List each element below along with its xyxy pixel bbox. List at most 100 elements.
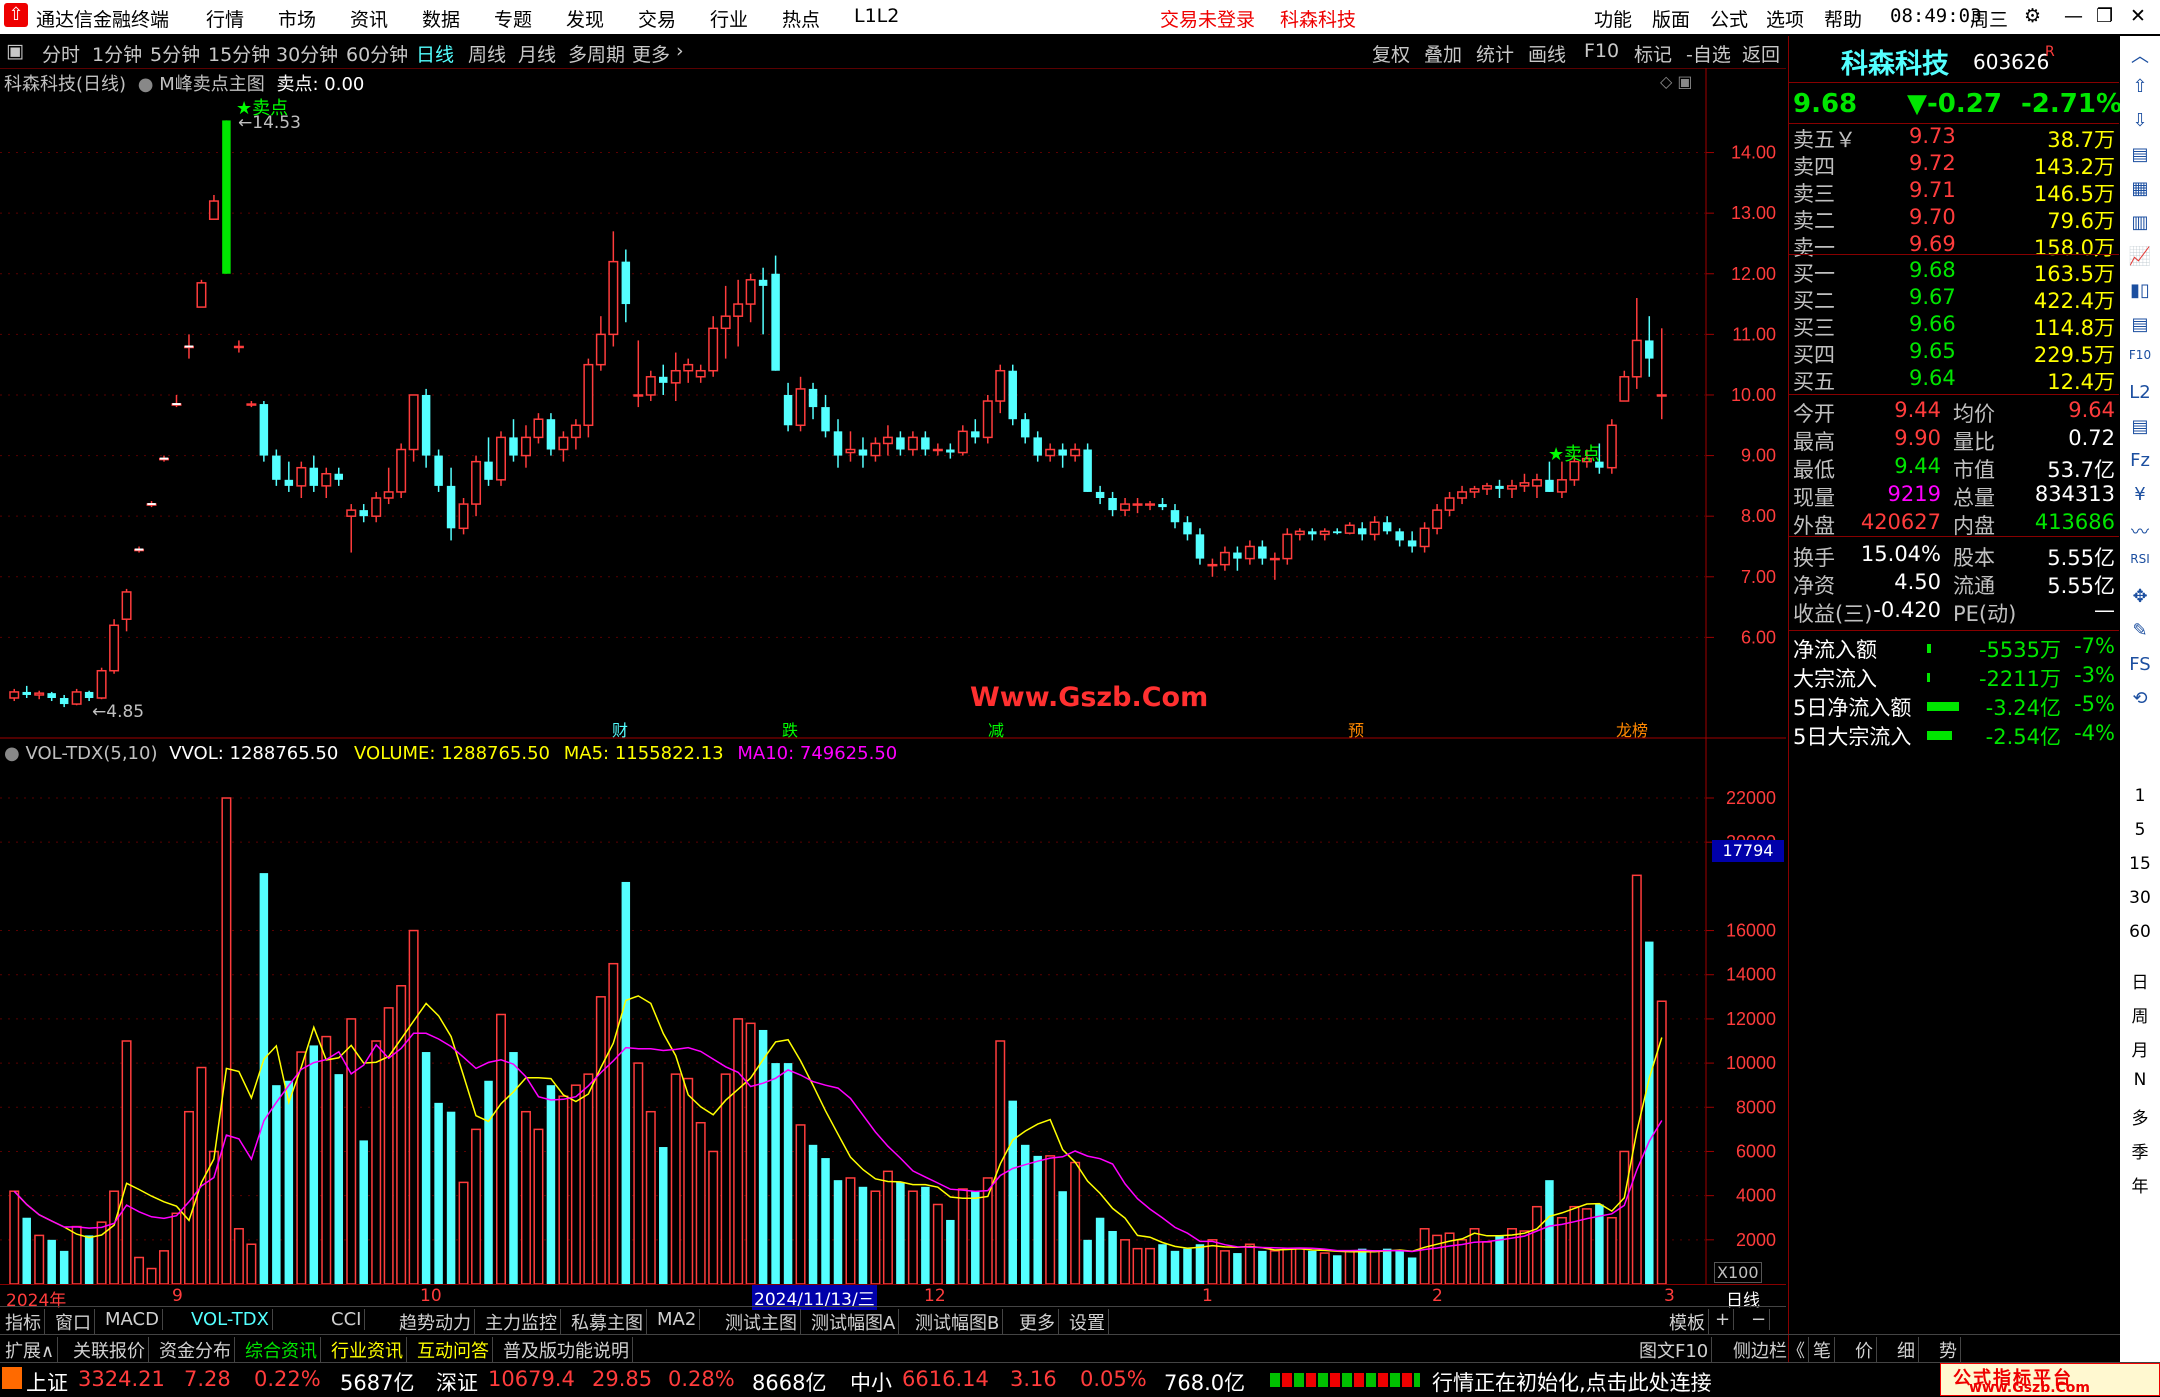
tabs_row1-tab-6[interactable]: 主力监控 — [482, 1309, 561, 1335]
fz-icon[interactable]: Fz — [2120, 450, 2160, 471]
sidebar-period-3[interactable]: 30 — [2120, 888, 2160, 908]
tabs_row1-tab-8[interactable]: MA2 — [654, 1309, 701, 1330]
list-icon[interactable]: ▦ — [2120, 178, 2160, 199]
sidebar-period-7[interactable]: 月 — [2120, 1036, 2160, 1061]
tabs_row2_right-tab-3[interactable]: 价 — [1852, 1337, 1877, 1363]
event-marker-cai[interactable]: 财 — [612, 717, 628, 741]
tabs_row2_right-tab-4[interactable]: 细 — [1894, 1337, 1919, 1363]
wave-icon[interactable]: 〰 — [2120, 518, 2160, 544]
period-daily[interactable]: 日线 — [416, 40, 454, 67]
menu-gongshi[interactable]: 公式 — [1710, 5, 1748, 32]
period-30min[interactable]: 30分钟 — [276, 40, 338, 67]
vol-toggle-icon[interactable]: ● — [4, 743, 20, 764]
table-icon[interactable]: ▤ — [2120, 314, 2160, 335]
l2-icon[interactable]: L2 — [2120, 382, 2160, 403]
rsi-icon[interactable]: RSI — [2120, 552, 2160, 566]
btn-biaoji[interactable]: 标记 — [1634, 40, 1672, 67]
tabs_row1-tab-10[interactable]: 测试幅图A — [808, 1309, 900, 1335]
candle-icon[interactable]: ▮▯ — [2120, 280, 2160, 301]
period-fenshi[interactable]: 分时 — [42, 40, 80, 67]
sz-label[interactable]: 深证 — [436, 1367, 478, 1397]
tabs_row2_right-tab-0[interactable]: 图文F10 — [1636, 1337, 1713, 1363]
menu-jiaoyi[interactable]: 交易 — [638, 5, 676, 32]
btn-f10[interactable]: F10 — [1584, 40, 1619, 62]
period-weekly[interactable]: 周线 — [468, 40, 506, 67]
tabs_row1-tab-9[interactable]: 测试主图 — [722, 1309, 801, 1335]
connection-message[interactable]: 行情正在初始化,点击此处连接 — [1432, 1367, 1712, 1397]
tabs_row2-tab-0[interactable]: 扩展∧ — [2, 1337, 59, 1363]
tabs_row1-tab-1[interactable]: 窗口 — [52, 1309, 95, 1335]
sidebar-period-6[interactable]: 周 — [2120, 1002, 2160, 1027]
tabs_row2-tab-3[interactable]: 综合资讯 — [242, 1337, 321, 1363]
period-1min[interactable]: 1分钟 — [92, 40, 142, 67]
sidebar-period-4[interactable]: 60 — [2120, 922, 2160, 942]
menu-bangzhu[interactable]: 帮助 — [1824, 5, 1862, 32]
event-marker-yu[interactable]: 预 — [1348, 717, 1364, 741]
menu-hangye[interactable]: 行业 — [710, 5, 748, 32]
period-multi[interactable]: 多周期 — [568, 40, 625, 67]
sidebar-period-9[interactable]: 多 — [2120, 1104, 2160, 1129]
grid-icon[interactable]: ▥ — [2120, 212, 2160, 233]
login-notice[interactable]: 交易未登录 — [1160, 5, 1255, 32]
menu-banmian[interactable]: 版面 — [1652, 5, 1690, 32]
tabs_row1-tab-0[interactable]: 指标 — [2, 1309, 45, 1335]
tabs_row2-tab-1[interactable]: 关联报价 — [70, 1337, 149, 1363]
zx-label[interactable]: 中小 — [850, 1367, 892, 1397]
sidebar-period-8[interactable]: N — [2120, 1070, 2160, 1090]
tabs_row1-tab-12[interactable]: 更多 — [1016, 1309, 1059, 1335]
sidebar-period-2[interactable]: 15 — [2120, 854, 2160, 874]
sidebar-period-11[interactable]: 年 — [2120, 1172, 2160, 1197]
period-more[interactable]: 更多 — [632, 40, 670, 67]
tabs_row2-tab-4[interactable]: 行业资讯 — [328, 1337, 407, 1363]
settings-icon[interactable]: ⚙ — [2024, 5, 2041, 27]
tabs_row1-tab-4[interactable]: CCI — [328, 1309, 366, 1330]
tabs_row2-tab-2[interactable]: 资金分布 — [156, 1337, 235, 1363]
event-marker-die[interactable]: 跌 — [782, 717, 798, 741]
f10-icon[interactable]: F10 — [2120, 348, 2160, 362]
btn-fanhui[interactable]: 返回 — [1742, 40, 1780, 67]
btn-diejia[interactable]: 叠加 — [1424, 40, 1462, 67]
arrow-down-icon[interactable]: ▤ — [2120, 144, 2160, 165]
vol-indicator-name[interactable]: VOL-TDX(5,10) — [25, 743, 157, 764]
menu-zhuanti[interactable]: 专题 — [494, 5, 532, 32]
tabs_row2_right-tab-2[interactable]: 笔 — [1810, 1337, 1835, 1363]
menu-gongneng[interactable]: 功能 — [1594, 5, 1632, 32]
chevron-up-icon[interactable]: ︿ — [2120, 42, 2160, 68]
menu-xuanxiang[interactable]: 选项 — [1766, 5, 1804, 32]
chevron-down-icon[interactable]: ⇧ — [2120, 76, 2160, 97]
btn-tongji[interactable]: 统计 — [1476, 40, 1514, 67]
sidebar-period-1[interactable]: 5 — [2120, 820, 2160, 840]
sidebar-period-0[interactable]: 1 — [2120, 786, 2160, 806]
chevron-right-icon[interactable]: › — [676, 40, 684, 62]
move-icon[interactable]: ✥ — [2120, 586, 2160, 607]
chart-icon[interactable]: 📈 — [2120, 246, 2160, 267]
toggle-icon[interactable]: ▣ — [6, 40, 24, 62]
pen-icon[interactable]: ✎ — [2120, 620, 2160, 641]
money-icon[interactable]: ¥ — [2120, 484, 2160, 505]
menu-faxian[interactable]: 发现 — [566, 5, 604, 32]
tabs_row2_right-tab-1[interactable]: 侧边栏《 — [1730, 1337, 1809, 1363]
kline-chart[interactable]: 14.00 13.00 12.00 11.00 10.00 9.00 8.00 7.00 6.0… — [0, 68, 1786, 1306]
tabs_row1-tab-2[interactable]: MACD — [102, 1309, 163, 1330]
tabs_row1-tab-3[interactable]: VOL-TDX — [188, 1309, 273, 1330]
tabs_row2-tab-6[interactable]: 普及版功能说明 — [500, 1337, 633, 1363]
tabs_row1_right-tab-2[interactable]: − — [1748, 1309, 1771, 1330]
menu-shuju[interactable]: 数据 — [422, 5, 460, 32]
sidebar-period-5[interactable]: 日 — [2120, 968, 2160, 993]
menu-shichang[interactable]: 市场 — [278, 5, 316, 32]
event-marker-jian[interactable]: 减 — [988, 717, 1004, 741]
tabs_row2_right-tab-5[interactable]: 势 — [1936, 1337, 1961, 1363]
close-icon[interactable]: ✕ — [2130, 5, 2146, 27]
period-15min[interactable]: 15分钟 — [208, 40, 270, 67]
sidebar-period-10[interactable]: 季 — [2120, 1138, 2160, 1163]
tabs_row1_right-tab-1[interactable]: + — [1712, 1309, 1735, 1330]
tabs_row1-tab-7[interactable]: 私募主图 — [568, 1309, 647, 1335]
event-marker-longbang[interactable]: 龙榜 — [1616, 717, 1648, 741]
tabs_row1-tab-5[interactable]: 趋势动力 — [396, 1309, 475, 1335]
btn-zixuan[interactable]: -自选 — [1686, 40, 1731, 67]
link-icon[interactable]: ⟲ — [2120, 688, 2160, 709]
period-60min[interactable]: 60分钟 — [346, 40, 408, 67]
restore-icon[interactable]: ❐ — [2096, 5, 2113, 27]
tabs_row1-tab-13[interactable]: 设置 — [1066, 1309, 1109, 1335]
period-monthly[interactable]: 月线 — [518, 40, 556, 67]
